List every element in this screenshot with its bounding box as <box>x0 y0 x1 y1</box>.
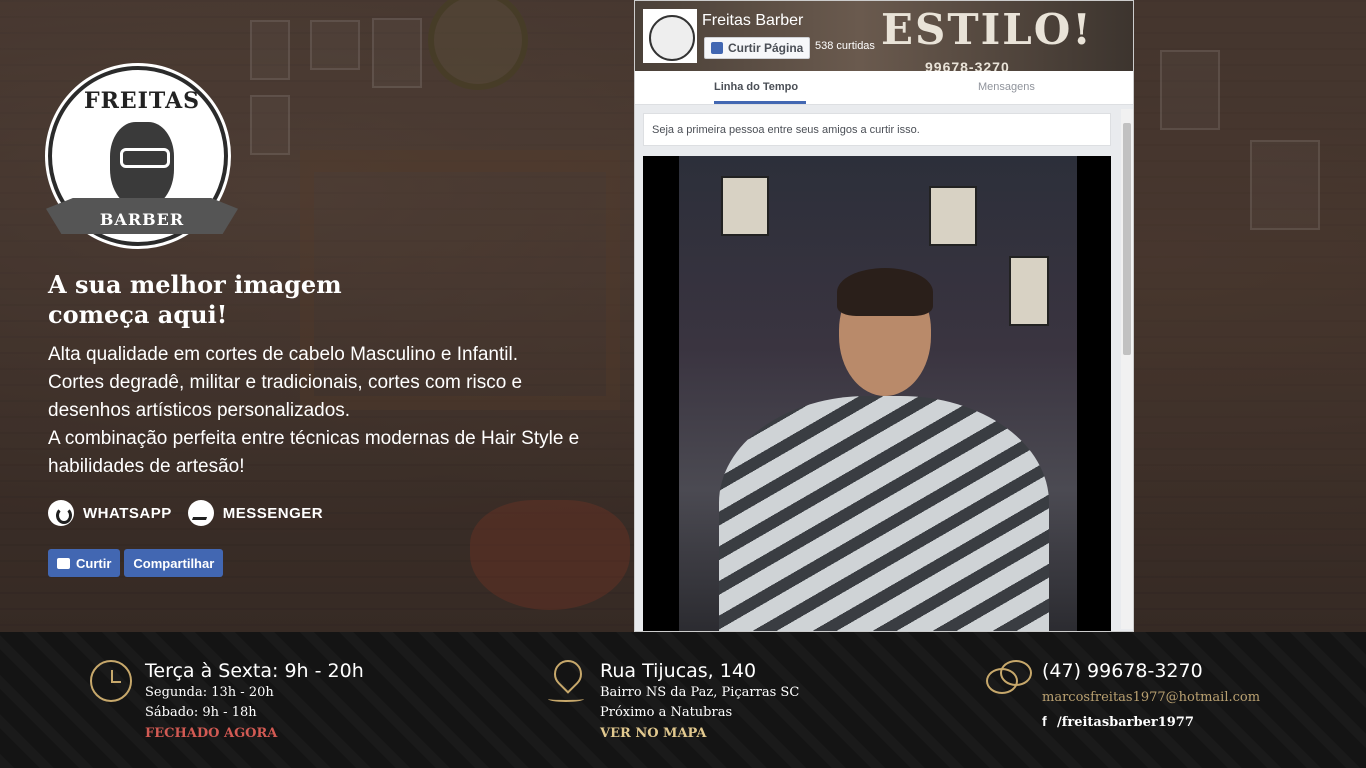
freitas-barber-logo: FREITAS BARBER <box>46 66 238 246</box>
fb-post-photo[interactable] <box>643 156 1111 631</box>
chat-icon <box>986 660 1032 702</box>
fb-like-page-label: Curtir Página <box>728 41 804 55</box>
like-button[interactable]: Curtir <box>48 549 121 577</box>
facebook-f-icon: f <box>1042 713 1047 729</box>
address-street: Rua Tijucas, 140 <box>600 660 757 682</box>
description-line: Cortes degradê, militar e tradicionais, … <box>48 372 523 421</box>
fb-tabs: Linha do Tempo Mensagens <box>635 71 1133 105</box>
address-neighborhood: Bairro NS da Paz, Piçarras SC <box>600 685 800 700</box>
like-label: Curtir <box>76 555 112 571</box>
tab-messages[interactable]: Mensagens <box>978 81 1035 93</box>
map-link[interactable]: VER NO MAPA <box>600 726 706 741</box>
logo-barber-face <box>110 122 174 208</box>
fb-like-page-button[interactable]: Curtir Página <box>704 37 811 59</box>
photo-wall-sign <box>929 186 977 246</box>
messenger-link[interactable]: MESSENGER <box>187 500 324 526</box>
fb-friends-note: Seja a primeira pessoa entre seus amigos… <box>643 113 1111 146</box>
contact-links: WHATSAPP MESSENGER <box>48 500 339 526</box>
fb-cover: ESTILO! 99678-3270 Freitas Barber Curtir… <box>635 1 1133 75</box>
share-label: Compartilhar <box>133 555 215 571</box>
tab-timeline[interactable]: Linha do Tempo <box>714 81 798 93</box>
fb-page-avatar[interactable] <box>643 9 697 63</box>
phone-number[interactable]: (47) 99678-3270 <box>1042 660 1203 682</box>
facebook-icon <box>711 42 723 54</box>
fb-likes-count: 538 curtidas <box>815 40 875 52</box>
share-button[interactable]: Compartilhar <box>124 549 224 577</box>
photo-child-hair <box>837 268 933 316</box>
headline-line-1: A sua melhor imagem <box>48 270 342 299</box>
fb-feed: Seja a primeira pessoa entre seus amigos… <box>635 105 1133 631</box>
address-reference: Próximo a Natubras <box>600 705 733 720</box>
map-pin-icon <box>548 660 590 702</box>
hours-monday: Segunda: 13h - 20h <box>145 685 274 700</box>
photo-content <box>679 156 1077 631</box>
email-link[interactable]: marcosfreitas1977@hotmail.com <box>1042 690 1260 705</box>
open-status: FECHADO AGORA <box>145 726 278 741</box>
whatsapp-link[interactable]: WHATSAPP <box>48 500 172 526</box>
photo-wall-sign <box>1009 256 1049 326</box>
messenger-label: MESSENGER <box>222 504 324 522</box>
whatsapp-label: WHATSAPP <box>83 504 172 522</box>
logo-bottom-text: BARBER <box>99 210 185 229</box>
facebook-profile-link[interactable]: /freitasbarber1977 <box>1057 715 1194 730</box>
messenger-icon <box>187 500 214 526</box>
hero-description: Alta qualidade em cortes de cabelo Mascu… <box>48 341 608 481</box>
whatsapp-icon <box>48 500 74 526</box>
facebook-page-widget: ESTILO! 99678-3270 Freitas Barber Curtir… <box>634 0 1134 632</box>
facebook-buttons: Curtir Compartilhar <box>48 549 227 577</box>
photo-wall-sign <box>721 176 769 236</box>
hero-headline: A sua melhor imagem começa aqui! <box>48 270 448 330</box>
thumbs-up-icon <box>57 557 70 569</box>
clock-icon <box>90 660 132 702</box>
active-tab-indicator <box>714 101 806 104</box>
photo-barber-cape <box>719 396 1049 631</box>
headline-line-2: começa aqui! <box>48 300 228 329</box>
fb-page-name[interactable]: Freitas Barber <box>702 12 803 30</box>
description-line: A combinação perfeita entre técnicas mod… <box>48 428 580 477</box>
hours-saturday: Sábado: 9h - 18h <box>145 705 257 720</box>
description-line: Alta qualidade em cortes de cabelo Mascu… <box>48 344 518 365</box>
logo-top-text: FREITAS <box>83 88 201 114</box>
hours-title: Terça à Sexta: 9h - 20h <box>145 660 364 682</box>
fb-scrollbar-thumb[interactable] <box>1123 123 1131 355</box>
fb-scrollbar[interactable] <box>1121 109 1133 629</box>
cover-text: ESTILO! <box>881 5 1093 54</box>
